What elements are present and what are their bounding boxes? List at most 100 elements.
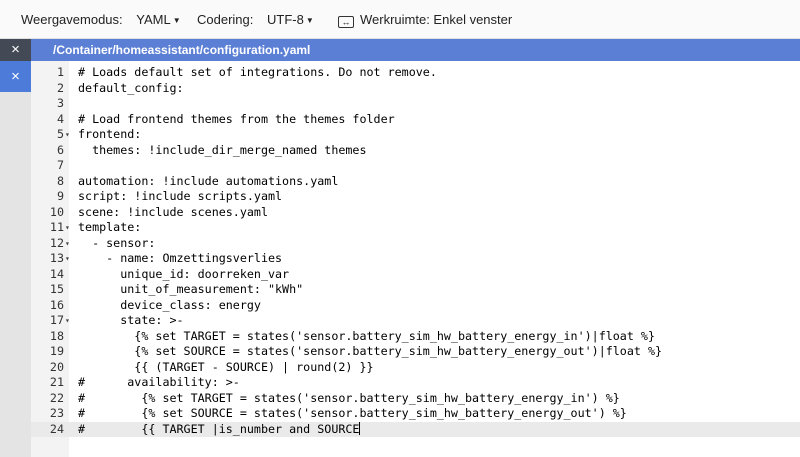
line-number: 4 [56, 111, 64, 126]
code-line[interactable]: 11 ▾ template: [31, 220, 800, 236]
code-line[interactable]: 18 {% set TARGET = states('sensor.batter… [31, 329, 800, 345]
encoding-control[interactable]: Codering: UTF-8 ▼ [197, 12, 314, 27]
code-text: # {% set TARGET = states('sensor.battery… [78, 390, 620, 405]
code-text: # Loads default set of integrations. Do … [78, 65, 437, 79]
close-file-button[interactable]: × [0, 61, 31, 92]
code-text: device_class: energy [78, 297, 261, 312]
line-number: 15 [49, 282, 64, 296]
code-line[interactable]: 20 {{ (TARGET - SOURCE) | round(2) }} [31, 360, 800, 376]
code-line[interactable]: 1 # Loads default set of integrations. Do… [31, 65, 800, 81]
view-mode-dropdown[interactable]: YAML ▼ [136, 12, 180, 27]
sidebar: × × [0, 39, 32, 457]
fold-toggle-icon[interactable]: ▾ [65, 236, 70, 252]
code-text: # Load frontend themes from the themes f… [78, 111, 395, 126]
code-line[interactable]: 10 scene: !include scenes.yaml [31, 205, 800, 221]
code-line[interactable]: 4 # Load frontend themes from the themes … [31, 112, 800, 128]
code-text: unique_id: doorreken_var [78, 266, 290, 281]
line-number: 12 [49, 235, 64, 250]
code-text: # {{ TARGET |is_number and SOURCE [78, 421, 361, 436]
code-line[interactable]: 22 # {% set TARGET = states('sensor.batte… [31, 391, 800, 407]
code-text: script: !include scripts.yaml [78, 189, 283, 203]
code-line[interactable]: 8 automation: !include automations.yaml [31, 174, 800, 190]
code-text: # {% set SOURCE = states('sensor.battery… [78, 406, 627, 420]
chevron-down-icon: ▼ [172, 16, 181, 25]
code-text: - sensor: [78, 235, 156, 250]
code-line[interactable]: 13 ▾ - name: Omzettingsverlies [31, 251, 800, 267]
line-number: 16 [49, 297, 64, 312]
code-text: template: [78, 220, 142, 234]
line-number: 11 [49, 220, 64, 234]
code-text: unit_of_measurement: "kWh" [78, 282, 304, 296]
close-panel-button[interactable]: × [0, 39, 31, 61]
line-number: 14 [49, 266, 64, 281]
code-line[interactable]: 24 # {{ TARGET |is_number and SOURCE [31, 421, 800, 437]
line-number: 6 [56, 142, 64, 157]
encoding-value: UTF-8 [267, 12, 304, 27]
line-number: 5 [56, 127, 64, 141]
fold-toggle-icon[interactable]: ▾ [65, 220, 70, 236]
sidebar-empty-area [0, 92, 31, 457]
code-text: automation: !include automations.yaml [78, 173, 339, 188]
code-text: state: >- [78, 313, 184, 327]
code-line[interactable]: 19 {% set SOURCE = states('sensor.batter… [31, 344, 800, 360]
code-line[interactable]: 5 ▾ frontend: [31, 127, 800, 143]
code-text: frontend: [78, 127, 142, 141]
view-mode-value: YAML [136, 12, 171, 27]
code-line[interactable]: 7 [31, 158, 800, 174]
line-number: 2 [56, 80, 64, 95]
workspace-label: Werkruimte: Enkel venster [360, 12, 513, 27]
encoding-label: Codering: [197, 12, 254, 27]
workspace-button[interactable]: ↔ Werkruimte: Enkel venster [338, 12, 513, 28]
fold-toggle-icon[interactable]: ▾ [65, 251, 70, 267]
line-number: 1 [56, 65, 64, 79]
code-line[interactable]: 16 device_class: energy [31, 298, 800, 314]
encoding-dropdown[interactable]: UTF-8 ▼ [267, 12, 314, 27]
file-tab[interactable]: /Container/homeassistant/configuration.y… [31, 39, 800, 61]
text-cursor [359, 421, 361, 435]
line-number: 10 [49, 204, 64, 219]
code-text: {{ (TARGET - SOURCE) | round(2) }} [78, 359, 374, 374]
code-text: default_config: [78, 80, 184, 95]
code-line[interactable]: 23 # {% set SOURCE = states('sensor.batte… [31, 406, 800, 422]
line-number: 20 [49, 359, 64, 374]
fold-toggle-icon[interactable]: ▾ [65, 127, 70, 143]
line-number: 24 [49, 421, 64, 436]
workspace-icon: ↔ [338, 16, 354, 28]
line-number: 19 [49, 344, 64, 358]
code-text: {% set TARGET = states('sensor.battery_s… [78, 328, 655, 343]
line-number: 18 [49, 328, 64, 343]
code-text: - name: Omzettingsverlies [78, 251, 283, 265]
file-tab-title: /Container/homeassistant/configuration.y… [53, 43, 311, 57]
line-number: 3 [56, 96, 64, 110]
code-line[interactable]: 15 unit_of_measurement: "kWh" [31, 282, 800, 298]
line-number: 8 [56, 173, 64, 188]
code-text: themes: !include_dir_merge_named themes [78, 142, 367, 157]
code-line[interactable]: 21 # availability: >- [31, 375, 800, 391]
code-text: # availability: >- [78, 375, 240, 389]
line-number: 17 [49, 313, 64, 327]
code-line[interactable]: 9 script: !include scripts.yaml [31, 189, 800, 205]
line-number: 7 [56, 158, 64, 172]
code-line[interactable]: 17 ▾ state: >- [31, 313, 800, 329]
line-number: 23 [49, 406, 64, 420]
code-text: scene: !include scenes.yaml [78, 204, 268, 219]
code-line[interactable]: 6 themes: !include_dir_merge_named theme… [31, 143, 800, 159]
code-editor[interactable]: 1 # Loads default set of integrations. Do… [31, 61, 800, 457]
view-mode-label: Weergavemodus: [21, 12, 123, 27]
line-number: 21 [49, 375, 64, 389]
code-line[interactable]: 12 ▾ - sensor: [31, 236, 800, 252]
line-number: 13 [49, 251, 64, 265]
close-icon: × [11, 68, 20, 85]
code-line[interactable]: 14 unique_id: doorreken_var [31, 267, 800, 283]
line-number: 9 [56, 189, 64, 203]
code-line[interactable]: 2 default_config: [31, 81, 800, 97]
fold-toggle-icon[interactable]: ▾ [65, 313, 70, 329]
file-tab-bar: /Container/homeassistant/configuration.y… [31, 39, 800, 61]
close-icon: × [11, 41, 20, 58]
line-number: 22 [49, 390, 64, 405]
chevron-down-icon: ▼ [305, 16, 314, 25]
code-text: {% set SOURCE = states('sensor.battery_s… [78, 344, 663, 358]
toolbar: Weergavemodus: YAML ▼ Codering: UTF-8 ▼ ↔ W… [0, 0, 800, 39]
view-mode-control[interactable]: Weergavemodus: YAML ▼ [21, 12, 181, 27]
code-line[interactable]: 3 [31, 96, 800, 112]
